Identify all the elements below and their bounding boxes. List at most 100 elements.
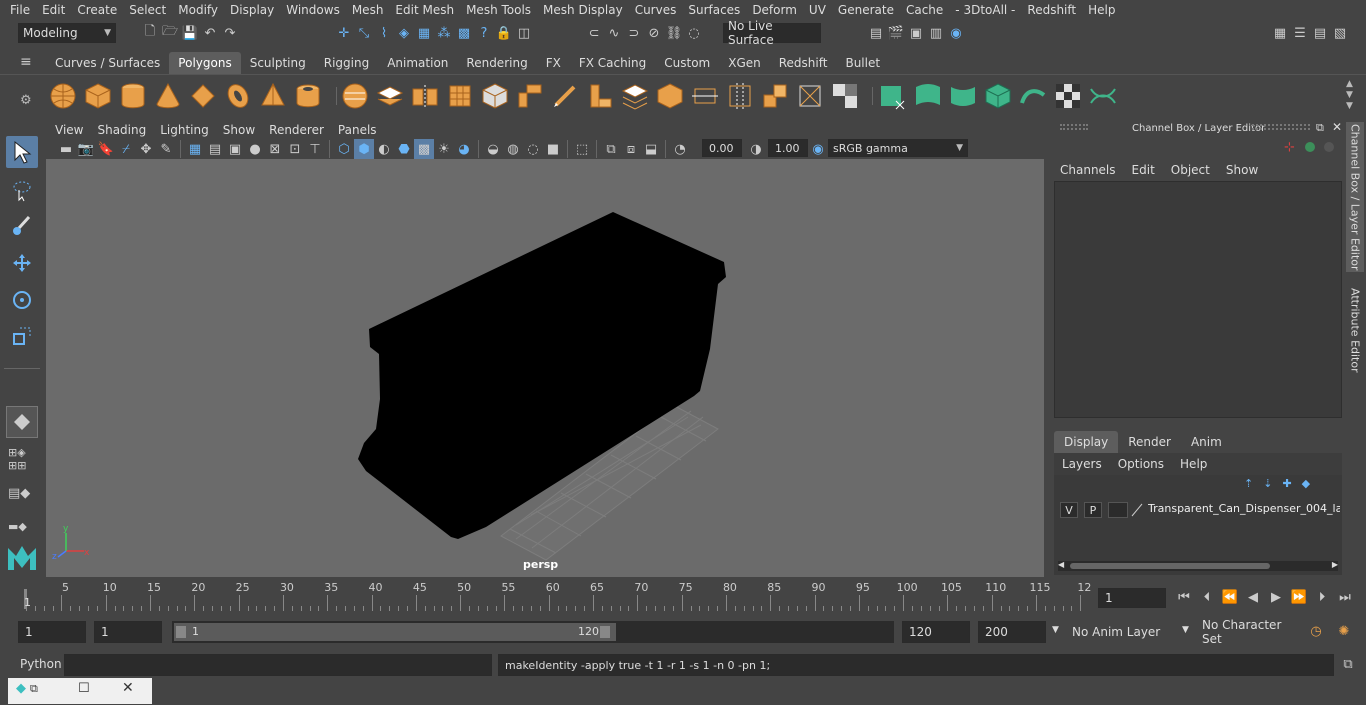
menu-file[interactable]: File (4, 3, 36, 17)
chevron-down-icon[interactable]: ▼ (1052, 625, 1059, 635)
ipr-render-icon[interactable]: ▣ (906, 23, 926, 43)
script-language-label[interactable]: Python (20, 657, 62, 671)
offset-edge-loop-icon[interactable] (760, 81, 790, 111)
render-settings-icon[interactable]: ▤ (866, 23, 886, 43)
poly-torus-icon[interactable] (223, 81, 253, 111)
select-object-icon[interactable]: ⤡ (354, 23, 374, 43)
menu-uv[interactable]: UV (803, 3, 832, 17)
menu-generate[interactable]: Generate (832, 3, 900, 17)
tab-bullet[interactable]: Bullet (836, 52, 890, 74)
menu-deform[interactable]: Deform (746, 3, 803, 17)
tab-channel-box-layer-editor[interactable]: Channel Box / Layer Editor (1346, 122, 1364, 272)
vp-menu-shading[interactable]: Shading (90, 123, 153, 137)
insert-edge-loop-icon[interactable] (725, 81, 755, 111)
lock-icon[interactable]: 🔒 (494, 23, 514, 43)
two-d-pan-icon[interactable]: ✥ (136, 139, 156, 159)
close-icon[interactable]: ✕ (122, 680, 134, 696)
new-layer-selected-icon[interactable]: ◆ (1302, 477, 1310, 490)
menu-mesh[interactable]: Mesh (346, 3, 390, 17)
redo-icon[interactable]: ↷ (220, 23, 240, 43)
xray-active-icon[interactable]: ⧈ (621, 139, 641, 159)
wireframe-on-shaded-icon[interactable]: ⬣ (394, 139, 414, 159)
uv-unfold-icon[interactable] (1018, 81, 1048, 111)
menu-display[interactable]: Display (224, 3, 280, 17)
backface-culling-icon[interactable]: ⬓ (641, 139, 661, 159)
grid-icon[interactable]: ▦ (185, 139, 205, 159)
uv-layout-icon[interactable] (1088, 81, 1118, 111)
resolution-gate-icon[interactable]: ▣ (225, 139, 245, 159)
cb-menu-channels[interactable]: Channels (1052, 163, 1124, 177)
reduce-icon[interactable] (480, 81, 510, 111)
rotate-tool[interactable] (6, 284, 38, 316)
poly-plane-icon[interactable] (188, 81, 218, 111)
select-hierarchy-icon[interactable]: ✛ (334, 23, 354, 43)
use-all-lights-icon[interactable]: ◕ (454, 139, 474, 159)
menu-select[interactable]: Select (123, 3, 172, 17)
shelf-scroll-arrows[interactable]: ▲ ▼ ▼ (1346, 79, 1353, 112)
layout-presets-icon[interactable]: ⊞◈ ⊞⊞ (8, 446, 38, 474)
tab-animation[interactable]: Animation (378, 52, 458, 74)
new-layer-icon[interactable]: ✚ (1282, 477, 1291, 490)
safe-action-icon[interactable]: ⊡ (285, 139, 305, 159)
shadows-icon[interactable]: ◒ (483, 139, 503, 159)
select-tool[interactable] (6, 136, 38, 168)
wireframe-icon[interactable]: ⬡ (334, 139, 354, 159)
maximize-icon[interactable]: ☐ (78, 681, 90, 696)
layer-scrollbar[interactable]: ◀ ▶ (1058, 560, 1338, 571)
bridge-icon[interactable] (585, 81, 615, 111)
channel-box-options-icon[interactable]: ⊹ (1284, 140, 1295, 155)
tab-fx-caching[interactable]: FX Caching (569, 52, 656, 74)
single-perspective-layout[interactable] (6, 406, 38, 438)
xray-icon[interactable]: ▩ (414, 139, 434, 159)
new-scene-icon[interactable]: 🗋 (140, 23, 160, 43)
perspective-viewport[interactable]: x y z persp (46, 159, 1044, 577)
multi-cut-icon[interactable] (690, 81, 720, 111)
tab-sculpting[interactable]: Sculpting (240, 52, 315, 74)
select-component-icon[interactable]: ⌇ (374, 23, 394, 43)
scrollbar-thumb[interactable] (1070, 563, 1270, 569)
mirror-icon[interactable] (410, 81, 440, 111)
snap-point-icon[interactable]: ⁂ (434, 23, 454, 43)
auto-key-icon[interactable]: ◷ (1306, 621, 1326, 641)
cb-menu-edit[interactable]: Edit (1124, 163, 1163, 177)
anim-layer-dropdown[interactable]: No Anim Layer (1066, 621, 1178, 643)
vp-menu-view[interactable]: View (48, 123, 90, 137)
command-input[interactable] (64, 654, 492, 676)
playback-start-field[interactable]: 1 (94, 621, 162, 643)
animation-preferences-icon[interactable]: ✺ (1334, 621, 1354, 641)
separate-icon[interactable] (375, 81, 405, 111)
poly-cylinder-icon[interactable] (118, 81, 148, 111)
uv-automatic-icon[interactable] (983, 81, 1013, 111)
menu-mesh-display[interactable]: Mesh Display (537, 3, 629, 17)
history-icon[interactable]: ◌ (684, 23, 704, 43)
tab-attribute-editor[interactable]: Attribute Editor (1346, 280, 1364, 380)
menu-curves[interactable]: Curves (629, 3, 683, 17)
character-set-dropdown[interactable]: No Character Set (1196, 618, 1300, 646)
go-to-end-icon[interactable]: ⏭ (1335, 587, 1355, 607)
step-back-key-icon[interactable]: ⏪ (1220, 587, 1240, 607)
uv-editor-icon[interactable] (1053, 81, 1083, 111)
make-live-icon[interactable]: ? (474, 23, 494, 43)
current-frame-field[interactable]: 1 (1098, 588, 1166, 608)
step-forward-key-icon[interactable]: ⏩ (1289, 587, 1309, 607)
drag-handle-icon[interactable] (1252, 124, 1310, 130)
smooth-shade-icon[interactable]: ⬢ (354, 139, 374, 159)
menu-modify[interactable]: Modify (172, 3, 224, 17)
undo-icon[interactable]: ↶ (200, 23, 220, 43)
poly-cube-icon[interactable] (83, 81, 113, 111)
uv-planar-icon[interactable] (878, 81, 908, 111)
layer-menu-options[interactable]: Options (1110, 457, 1172, 471)
color-management-icon[interactable]: ◉ (808, 139, 828, 159)
textured-icon[interactable]: ☀ (434, 139, 454, 159)
shelf-settings-icon[interactable]: ⚙ (20, 93, 32, 108)
menu-redshift[interactable]: Redshift (1021, 3, 1082, 17)
anti-aliasing-icon[interactable]: ■ (543, 139, 563, 159)
snap-curve-icon[interactable]: ▦ (414, 23, 434, 43)
save-scene-icon[interactable]: 💾 (180, 23, 200, 43)
remesh-icon[interactable] (515, 81, 545, 111)
menu-edit[interactable]: Edit (36, 3, 71, 17)
layer-playback-toggle[interactable]: P (1084, 502, 1102, 518)
go-to-start-icon[interactable]: ⏮ (1174, 587, 1194, 607)
move-tool[interactable] (6, 248, 38, 280)
lasso-tool[interactable] (6, 174, 38, 206)
